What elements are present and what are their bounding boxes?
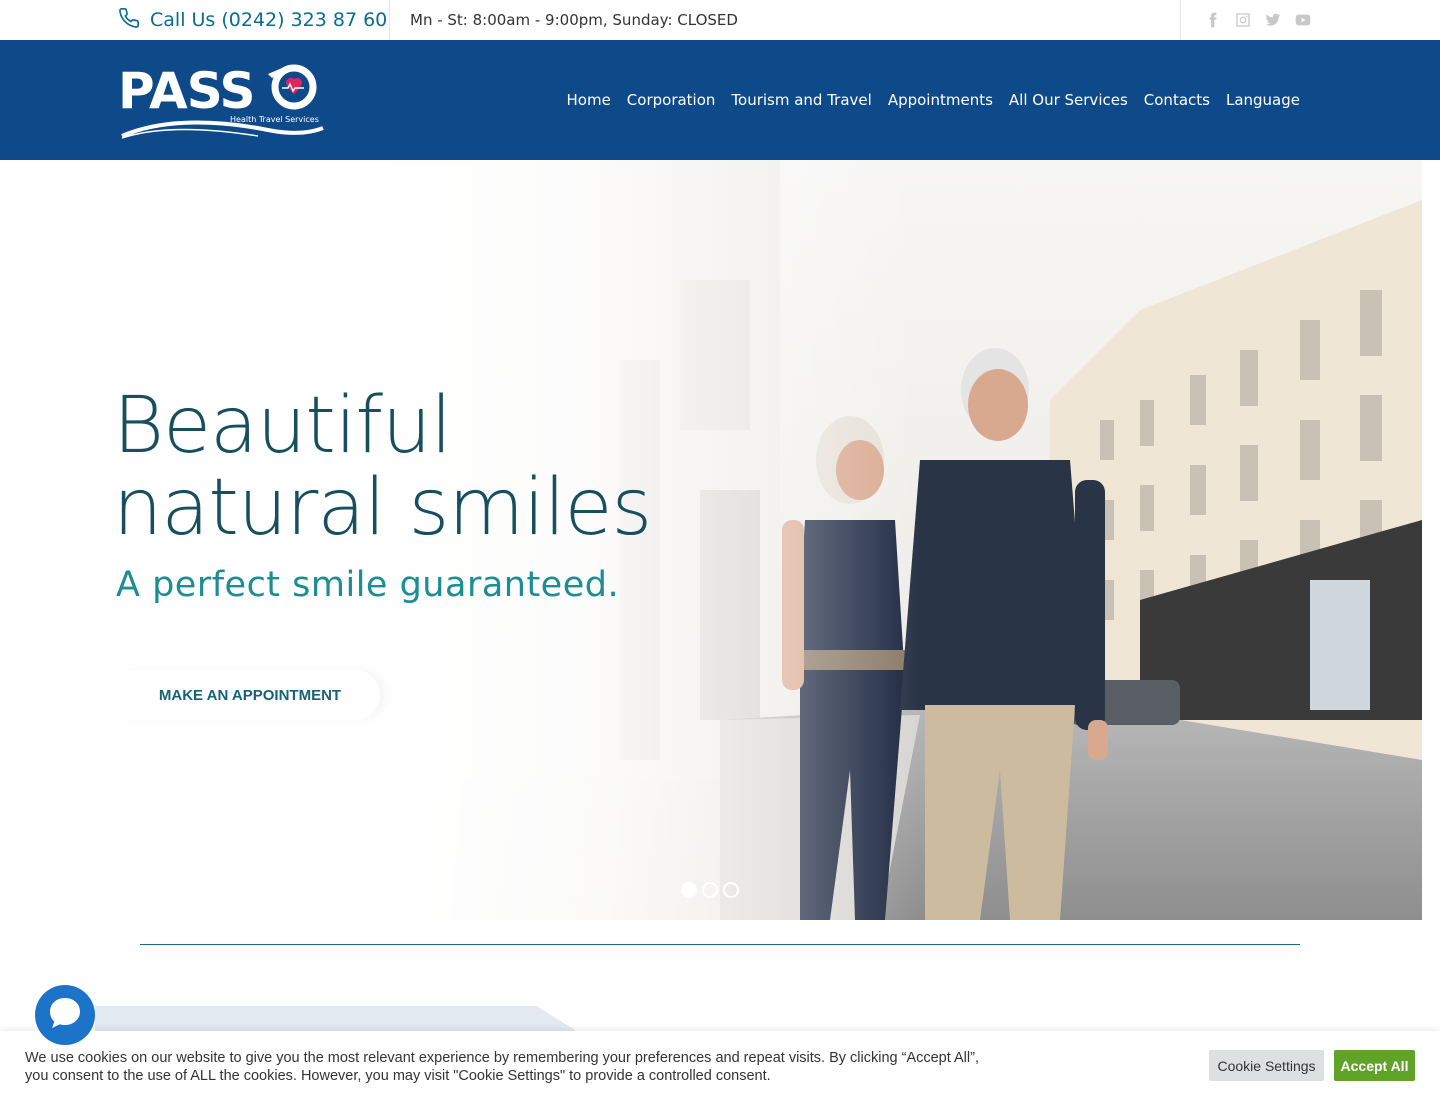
hero-title-line: Beautiful <box>113 381 452 471</box>
hero-title-line: natural smiles <box>113 463 652 553</box>
cookie-text-line: We use cookies on our website to give yo… <box>25 1050 979 1066</box>
phone-icon <box>118 7 140 34</box>
nav-tourism-travel[interactable]: Tourism and Travel <box>731 91 871 109</box>
slider-pagination <box>681 882 739 898</box>
facebook-icon[interactable] <box>1205 12 1221 28</box>
slider-dot[interactable] <box>723 882 739 898</box>
nav-appointments[interactable]: Appointments <box>888 91 993 109</box>
instagram-icon[interactable] <box>1235 12 1251 28</box>
chat-bubble-icon <box>45 993 85 1037</box>
svg-text:PASS: PASS <box>118 62 255 120</box>
main-nav: Home Corporation Tourism and Travel Appo… <box>567 40 1301 160</box>
cookie-notice: We use cookies on our website to give yo… <box>25 1049 1025 1085</box>
hero-subtitle: A perfect smile guaranteed. <box>116 565 620 605</box>
cookie-settings-button[interactable]: Cookie Settings <box>1209 1050 1324 1081</box>
hero-slider: Beautiful natural smiles A perfect smile… <box>0 160 1440 920</box>
section-divider <box>140 944 1300 945</box>
accept-all-button[interactable]: Accept All <box>1334 1050 1415 1081</box>
nav-language[interactable]: Language <box>1226 91 1300 109</box>
passo-logo[interactable]: PASS Health Travel Services <box>118 58 328 143</box>
main-header: PASS Health Travel Services Home Corpora… <box>0 40 1440 160</box>
divider <box>1180 0 1181 40</box>
opening-hours: Mn - St: 8:00am - 9:00pm, Sunday: CLOSED <box>410 11 738 29</box>
phone-link[interactable]: Call Us (0242) 323 87 60 <box>118 0 387 40</box>
nav-all-services[interactable]: All Our Services <box>1009 91 1128 109</box>
social-links <box>1205 0 1311 40</box>
slider-dot[interactable] <box>681 882 697 898</box>
svg-text:Health Travel Services: Health Travel Services <box>230 115 319 124</box>
youtube-icon[interactable] <box>1295 12 1311 28</box>
cookie-banner: We use cookies on our website to give yo… <box>0 1031 1440 1100</box>
top-bar: Call Us (0242) 323 87 60 Mn - St: 8:00am… <box>0 0 1440 40</box>
hero-title: Beautiful natural smiles <box>113 381 652 553</box>
slider-dot[interactable] <box>702 882 718 898</box>
twitter-icon[interactable] <box>1265 12 1281 28</box>
chat-button[interactable] <box>35 985 95 1045</box>
cookie-text-line: you consent to the use of ALL the cookie… <box>25 1068 771 1084</box>
phone-label: Call Us (0242) 323 87 60 <box>150 9 388 31</box>
nav-contacts[interactable]: Contacts <box>1144 91 1210 109</box>
divider <box>389 0 390 40</box>
make-appointment-button[interactable]: MAKE AN APPOINTMENT <box>120 670 380 720</box>
nav-corporation[interactable]: Corporation <box>627 91 716 109</box>
nav-home[interactable]: Home <box>567 91 611 109</box>
